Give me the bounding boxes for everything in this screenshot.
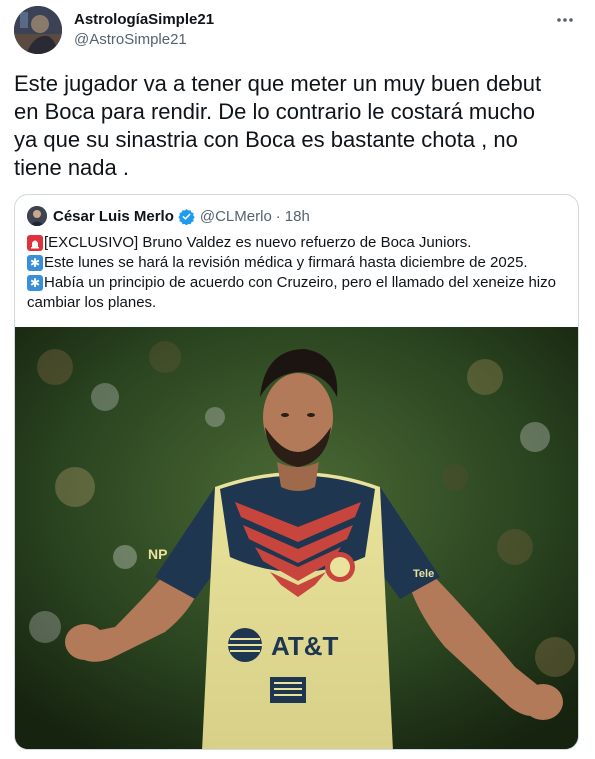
author-names: AstrologíaSimple21 @AstroSimple21 <box>74 10 214 50</box>
quoted-line: ✱ Había un principio de acuerdo con Cruz… <box>27 273 567 293</box>
verified-badge-icon <box>178 208 195 225</box>
quoted-author-avatar <box>27 206 47 226</box>
tweet-text: Este jugador va a tener que meter un muy… <box>14 70 574 182</box>
quoted-line-text: [EXCLUSIVO] Bruno Valdez es nuevo refuer… <box>44 234 472 251</box>
quoted-line: [EXCLUSIVO] Bruno Valdez es nuevo refuer… <box>27 233 567 253</box>
quoted-tweet-header: César Luis Merlo @CLMerlo · 18h <box>27 205 310 227</box>
quoted-line-text: cambiar los planes. <box>27 294 157 311</box>
quoted-tweet-body: [EXCLUSIVO] Bruno Valdez es nuevo refuer… <box>27 233 567 313</box>
more-options-button[interactable] <box>553 8 577 32</box>
siren-icon <box>27 235 43 251</box>
author-handle[interactable]: @AstroSimple21 <box>74 30 214 50</box>
tweet-text-line: en Boca para rendir. De lo contrario le … <box>14 99 535 124</box>
jersey-sponsor-text: AT&T <box>271 631 339 661</box>
asterisk-icon: ✱ <box>27 275 43 291</box>
quoted-avatar-image <box>27 206 47 226</box>
quoted-line: ✱ Este lunes se hará la revisión médica … <box>27 253 567 273</box>
avatar-image <box>14 6 62 54</box>
quoted-author-handle: @CLMerlo <box>199 207 272 225</box>
quoted-time[interactable]: 18h <box>285 208 310 225</box>
more-options-icon <box>557 18 573 22</box>
asterisk-icon: ✱ <box>27 255 43 271</box>
author-avatar[interactable] <box>14 6 62 54</box>
jersey-brand-right: Tele <box>413 568 434 580</box>
tweet-text-line: tiene nada . <box>14 155 129 180</box>
tweet-text-line: Este jugador va a tener que meter un muy… <box>14 71 542 96</box>
soccer-player-photo: AT&T NP Tele <box>15 327 578 749</box>
quoted-tweet-photo[interactable]: AT&T NP Tele <box>15 327 578 749</box>
quoted-line-text: Este lunes se hará la revisión médica y … <box>44 254 528 271</box>
tweet-text-line: ya que su sinastria con Boca es bastante… <box>14 127 518 152</box>
tweet-header: AstrologíaSimple21 @AstroSimple21 <box>14 6 581 56</box>
jersey-brand-left: NP <box>148 546 167 562</box>
author-display-name[interactable]: AstrologíaSimple21 <box>74 10 214 30</box>
quoted-author-name: César Luis Merlo <box>53 207 174 225</box>
quoted-line-text: Había un principio de acuerdo con Cruzei… <box>44 274 556 291</box>
quoted-tweet[interactable]: César Luis Merlo @CLMerlo · 18h [EXCLUSI… <box>14 194 579 750</box>
quoted-line: cambiar los planes. <box>27 293 567 313</box>
separator-dot: · <box>275 207 281 225</box>
